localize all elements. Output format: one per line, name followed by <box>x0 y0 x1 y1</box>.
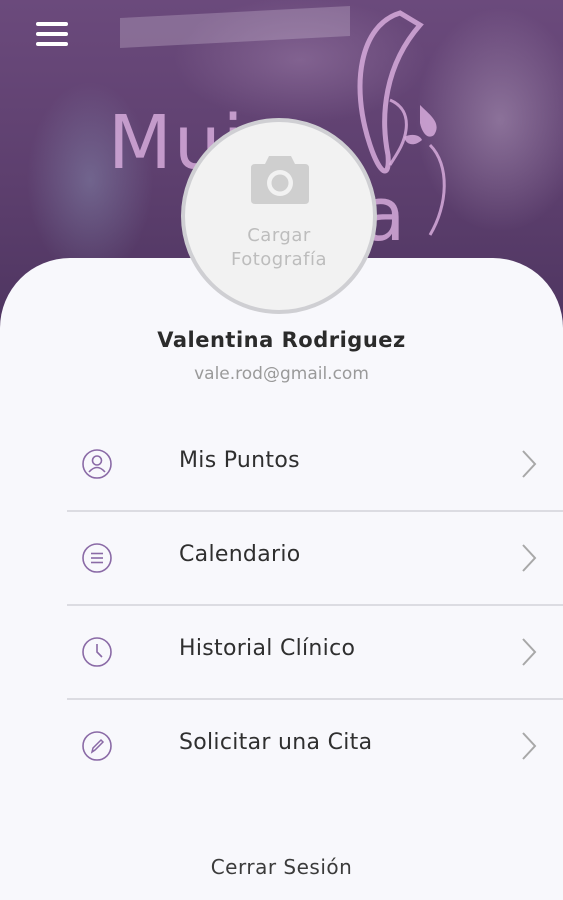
upload-photo-button[interactable]: Cargar Fotografía <box>181 118 377 314</box>
menu-item-historial-clinico[interactable]: Historial Clínico <box>67 606 563 700</box>
upload-photo-label: Cargar Fotografía <box>185 224 373 272</box>
menu-item-label: Solicitar una Cita <box>179 730 373 755</box>
upload-label-line2: Fotografía <box>230 249 328 270</box>
chevron-right-icon <box>522 732 537 760</box>
background-sign <box>120 5 350 49</box>
list-circle-icon <box>82 543 112 573</box>
menu-item-label: Calendario <box>179 542 301 567</box>
logout-button[interactable]: Cerrar Sesión <box>0 855 563 879</box>
camera-icon <box>251 156 309 204</box>
upload-label-line1: Cargar <box>247 225 311 246</box>
clock-icon <box>82 637 112 667</box>
menu-item-label: Historial Clínico <box>179 636 356 661</box>
pencil-circle-icon <box>82 731 112 761</box>
chevron-right-icon <box>522 450 537 478</box>
user-email: vale.rod@gmail.com <box>194 364 369 384</box>
menu-item-label: Mis Puntos <box>179 448 300 473</box>
hamburger-menu-icon[interactable] <box>36 22 72 52</box>
profile-screen: Mui a Cargar Fotografía Valentina Rodrig… <box>0 0 563 900</box>
user-name: Valentina Rodriguez <box>157 328 406 352</box>
chevron-right-icon <box>522 544 537 572</box>
chevron-right-icon <box>522 638 537 666</box>
menu-item-mis-puntos[interactable]: Mis Puntos <box>67 418 563 512</box>
profile-menu: Mis Puntos Calendario Historial Clínico … <box>67 418 563 792</box>
user-circle-icon <box>82 449 112 479</box>
menu-item-calendario[interactable]: Calendario <box>67 512 563 606</box>
menu-item-solicitar-cita[interactable]: Solicitar una Cita <box>67 700 563 792</box>
